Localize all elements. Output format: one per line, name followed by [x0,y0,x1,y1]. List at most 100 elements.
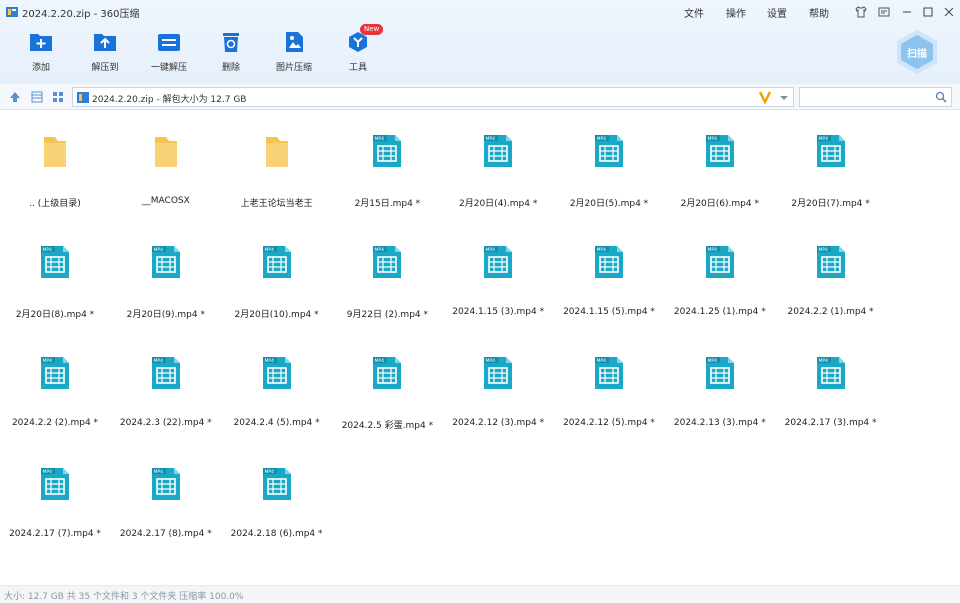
file-item[interactable]: MP4 2月15日.mp4 * [332,111,442,209]
grid-view-icon[interactable] [51,90,65,104]
file-name: 2024.2.2 (1).mp4 * [787,307,874,317]
file-item[interactable]: MP4 2月20日(7).mp4 * [776,111,886,209]
details-view-icon[interactable] [30,90,44,104]
file-name: 2024.1.15 (3).mp4 * [452,307,545,317]
new-badge: New [360,24,384,35]
one-click-extract-label: 一键解压 [150,63,187,73]
folder-item[interactable]: .. (上级目录) [0,111,110,209]
file-item[interactable]: MP4 2月20日(5).mp4 * [554,111,664,209]
file-item[interactable]: MP4 2024.2.2 (1).mp4 * [776,222,886,318]
file-item[interactable]: MP4 2024.2.12 (5).mp4 * [554,333,664,429]
file-item[interactable]: MP4 2月20日(10).mp4 * [222,222,332,320]
search-input[interactable] [799,87,952,107]
video-file-icon: MP4 [151,357,180,389]
file-name: 2月20日(10).mp4 * [234,310,319,320]
folder-icon [154,137,177,167]
video-file-icon: MP4 [484,246,513,278]
folder-icon [44,137,66,167]
video-file-icon: MP4 [484,357,513,389]
file-item[interactable]: MP4 2024.2.3 (22).mp4 * [111,333,221,429]
title-bar: 2024.2.20.zip - 360压缩 文件 操作 设置 帮助 [0,0,960,24]
file-type-caption: MP4 [264,358,274,364]
file-name: 2024.2.3 (22).mp4 * [119,418,212,428]
file-list: .. (上级目录) __MACOSX 上老王论坛当老王 MP4 2月15日.mp4 * M… [0,111,960,585]
file-item[interactable]: MP4 2024.2.5 彩蛋.mp4 * [332,333,442,431]
video-file-icon: MP4 [705,135,734,167]
menu-operate[interactable]: 操作 [726,5,746,20]
file-item[interactable]: MP4 2024.2.17 (3).mp4 * [776,333,886,429]
file-name: 2024.1.15 (5).mp4 * [563,307,655,317]
file-type-caption: MP4 [818,247,828,253]
video-file-icon: MP4 [41,468,69,500]
file-type-caption: MP4 [707,358,717,364]
maximize-button[interactable] [919,3,937,21]
file-item[interactable]: MP4 2月20日(6).mp4 * [665,111,775,209]
extract-to-icon [94,34,116,51]
file-type-caption: MP4 [153,469,163,475]
file-name: 2月20日(8).mp4 * [15,310,95,320]
one-click-extract-button[interactable]: 一键解压 [139,30,199,76]
file-name: 上老王论坛当老王 [240,199,313,209]
menu-file[interactable]: 文件 [684,5,704,20]
skin-button[interactable] [852,3,870,21]
file-item[interactable]: MP4 2024.2.13 (3).mp4 * [665,333,775,429]
image-compress-label: 图片压缩 [275,63,312,73]
chevron-down-icon[interactable] [779,94,789,102]
minimize-button[interactable] [898,3,916,21]
video-file-icon: MP4 [373,246,402,278]
file-name: 2024.2.12 (3).mp4 * [452,418,545,428]
extract-to-button[interactable]: 解压到 [75,30,135,76]
up-arrow-icon[interactable] [8,90,22,104]
video-file-icon: MP4 [262,357,291,389]
file-type-caption: MP4 [597,247,607,253]
file-name: 2月20日(6).mp4 * [680,199,759,209]
file-name: 2024.1.25 (1).mp4 * [673,307,766,317]
file-item[interactable]: MP4 2024.1.15 (5).mp4 * [554,222,664,318]
file-item[interactable]: MP4 2月20日(9).mp4 * [111,222,221,320]
file-item[interactable]: MP4 2月20日(4).mp4 * [443,111,553,209]
add-button[interactable]: 添加 [11,30,71,76]
file-item[interactable]: MP4 2024.2.18 (6).mp4 * [222,444,332,540]
file-name: .. (上级目录) [29,199,81,209]
file-name: 9月22日 (2).mp4 * [346,310,428,320]
file-name: 2024.2.4 (5).mp4 * [233,418,320,428]
archive-icon [77,92,89,103]
window-title: 2024.2.20.zip - 360压缩 [22,9,140,20]
v-mark-icon[interactable] [758,89,772,105]
close-button[interactable] [940,3,958,21]
file-name: 2024.2.13 (3).mp4 * [673,418,766,428]
file-item[interactable]: MP4 9月22日 (2).mp4 * [332,222,442,320]
file-type-caption: MP4 [264,247,274,253]
file-item[interactable]: MP4 2024.1.15 (3).mp4 * [443,222,553,318]
file-item[interactable]: MP4 2024.1.25 (1).mp4 * [665,222,775,318]
file-item[interactable]: MP4 2024.2.4 (5).mp4 * [222,333,332,429]
tools-button[interactable]: New 工具 [328,24,388,76]
extract-to-label: 解压到 [91,63,119,73]
file-item[interactable]: MP4 2024.2.17 (7).mp4 * [0,444,110,540]
search-icon[interactable] [935,91,947,103]
status-text: 大小: 12.7 GB 共 35 个文件和 3 个文件夹 压缩率 100.0% [4,592,244,602]
menu-help[interactable]: 帮助 [809,5,829,20]
file-type-caption: MP4 [375,358,385,364]
file-name: 2024.2.18 (6).mp4 * [230,529,323,539]
folder-item[interactable]: 上老王论坛当老王 [222,111,332,209]
file-item[interactable]: MP4 2024.2.12 (3).mp4 * [443,333,553,429]
menu-settings[interactable]: 设置 [767,5,787,20]
video-file-icon: MP4 [595,246,623,278]
minimize-icon [903,11,911,13]
file-type-caption: MP4 [818,136,828,142]
maximize-icon [923,7,933,17]
file-name: 2月20日(5).mp4 * [569,199,649,209]
file-item[interactable]: MP4 2024.2.17 (8).mp4 * [111,444,221,540]
file-item[interactable]: MP4 2024.2.2 (2).mp4 * [0,333,110,429]
feedback-button[interactable] [875,3,893,21]
delete-button[interactable]: 删除 [201,30,261,76]
address-path: 2024.2.20.zip - 解包大小为 12.7 GB [92,95,247,105]
video-file-icon: MP4 [41,357,69,389]
video-file-icon: MP4 [262,246,291,278]
image-compress-button[interactable]: 图片压缩 [264,30,324,76]
file-item[interactable]: MP4 2月20日(8).mp4 * [0,222,110,320]
folder-item[interactable]: __MACOSX [111,111,221,207]
address-bar[interactable]: 2024.2.20.zip - 解包大小为 12.7 GB [72,87,794,107]
file-name: 2024.2.17 (8).mp4 * [119,529,212,539]
